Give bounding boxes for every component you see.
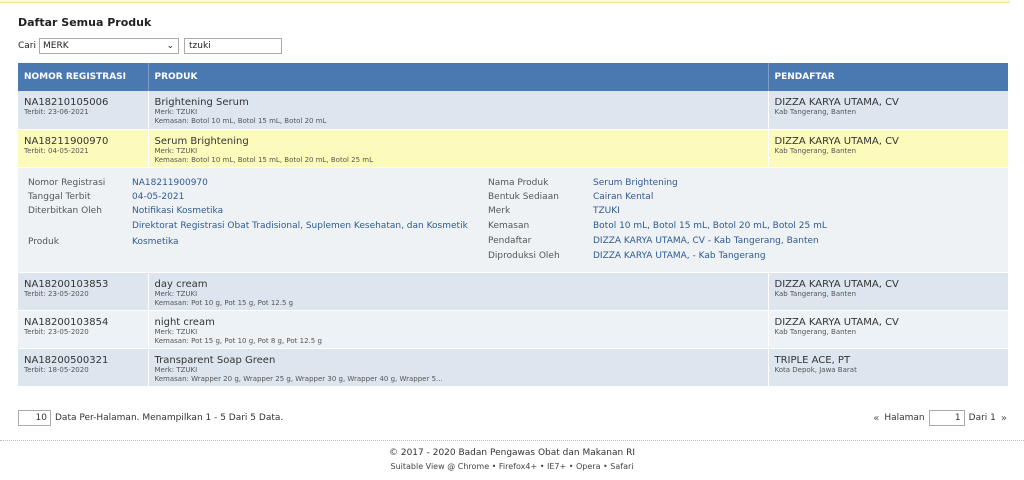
page-total: Dari 1 [968, 413, 996, 423]
product-brand: Merk: TZUKI [154, 146, 198, 155]
detail-label-tanggal-terbit: Tanggal Terbit [28, 191, 91, 202]
detail-value-tanggal-terbit: 04-05-2021 [132, 191, 185, 202]
detail-label-nomor-registrasi: Nomor Registrasi [28, 177, 106, 188]
registrant-name: DIZZA KARYA UTAMA, CV [774, 316, 899, 328]
table-row[interactable]: NA18210105006 Terbit: 23-06-2021 Brighten… [18, 91, 1008, 130]
column-header-pendaftar[interactable]: PENDAFTAR [768, 63, 1008, 91]
product-brand: Merk: TZUKI [154, 108, 198, 116]
detail-label-diproduksi-oleh: Diproduksi Oleh [488, 250, 560, 261]
reg-number: NA18200103854 [24, 316, 109, 328]
issue-date: Terbit: 23-06-2021 [24, 108, 89, 116]
table-row[interactable]: NA18200103853 Terbit: 23-05-2020 day crea… [18, 272, 1008, 311]
registrant-location: Kab Tangerang, Banten [774, 146, 857, 155]
detail-label-produk: Produk [28, 236, 59, 247]
detail-value-pendaftar: DIZZA KARYA UTAMA, CV - Kab Tangerang, B… [593, 235, 819, 246]
detail-panel: Nomor Registrasi NA18211900970 Tanggal T… [18, 168, 1008, 272]
detail-label-kemasan: Kemasan [488, 220, 530, 231]
search-input[interactable]: tzuki [184, 38, 282, 54]
detail-value-merk: TZUKI [593, 205, 620, 216]
footer-browser-support: Suitable View @ Chrome • Firefox4+ • IE7… [390, 462, 634, 471]
chevron-down-icon: ⌄ [166, 41, 174, 51]
search-field-value: MERK [43, 41, 69, 51]
product-packaging: Kemasan: Pot 10 g, Pot 15 g, Pot 12.5 g [154, 298, 294, 307]
search-field-select[interactable]: MERK ⌄ [39, 38, 179, 54]
notice-bar [0, 0, 1010, 3]
detail-value-bentuk-sediaan: Cairan Kental [593, 191, 654, 202]
detail-label-diterbitkan-oleh: Diterbitkan Oleh [28, 205, 102, 216]
detail-value-direktorat: Direktorat Registrasi Obat Tradisional, … [132, 220, 468, 231]
pager-summary: Data Per-Halaman. Menampilkan 1 - 5 Dari… [55, 413, 284, 423]
halaman-label: Halaman [884, 413, 925, 423]
page-number-input[interactable]: 1 [928, 410, 965, 426]
registrant-name: DIZZA KARYA UTAMA, CV [774, 97, 899, 108]
footer-divider [0, 440, 1024, 441]
table-row[interactable]: NA18200103854 Terbit: 23-05-2020 night cr… [18, 310, 1008, 349]
product-name: day cream [154, 278, 208, 290]
search-label: Cari [18, 41, 36, 51]
product-table: NOMOR REGISTRASI PRODUK PENDAFTAR NA1821… [18, 63, 1008, 387]
product-name: Transparent Soap Green [154, 354, 276, 366]
table-row[interactable]: NA18200500321 Terbit: 18-05-2020 Transpar… [18, 348, 1008, 387]
registrant-location: Kota Depok, Jawa Barat [774, 365, 857, 374]
table-row-selected[interactable]: NA18211900970 Terbit: 04-05-2021 Serum Br… [18, 129, 1008, 168]
column-header-registrasi[interactable]: NOMOR REGISTRASI [18, 63, 149, 91]
pager-left: 10 Data Per-Halaman. Menampilkan 1 - 5 D… [18, 410, 283, 426]
per-page-input[interactable]: 10 [18, 410, 51, 426]
product-name: Serum Brightening [154, 135, 249, 147]
prev-page-icon[interactable]: « [873, 413, 879, 424]
next-page-icon[interactable]: » [1001, 413, 1007, 424]
detail-label-bentuk-sediaan: Bentuk Sediaan [488, 191, 559, 202]
detail-label-nama-produk: Nama Produk [488, 177, 549, 188]
registrant-name: DIZZA KARYA UTAMA, CV [774, 278, 899, 290]
detail-label-pendaftar: Pendaftar [488, 235, 532, 246]
reg-number: NA18200103853 [24, 278, 109, 290]
registrant-name: DIZZA KARYA UTAMA, CV [774, 135, 899, 147]
search-row: Cari MERK ⌄ tzuki [18, 38, 282, 54]
detail-label-merk: Merk [488, 205, 511, 216]
detail-value-diproduksi-oleh: DIZZA KARYA UTAMA, - Kab Tangerang [593, 250, 766, 261]
product-brand: Merk: TZUKI [154, 365, 198, 374]
product-packaging: Kemasan: Wrapper 20 g, Wrapper 25 g, Wra… [154, 374, 443, 383]
detail-value-diterbitkan-oleh: Notifikasi Kosmetika [132, 205, 224, 216]
pager-right: « Halaman 1 Dari 1 » [868, 410, 1012, 426]
detail-value-produk: Kosmetika [132, 236, 179, 247]
product-packaging: Kemasan: Botol 10 mL, Botol 15 mL, Botol… [154, 117, 327, 125]
registrant-location: Kab Tangerang, Banten [774, 108, 857, 116]
registrant-location: Kab Tangerang, Banten [774, 289, 857, 298]
column-header-produk[interactable]: PRODUK [148, 63, 769, 91]
table-header: NOMOR REGISTRASI PRODUK PENDAFTAR [18, 63, 1008, 91]
detail-row: Nomor Registrasi NA18211900970 Tanggal T… [18, 167, 1008, 273]
issue-date: Terbit: 04-05-2021 [24, 146, 89, 155]
issue-date: Terbit: 23-05-2020 [24, 327, 89, 336]
footer-copyright: © 2017 - 2020 Badan Pengawas Obat dan Ma… [388, 448, 636, 458]
detail-value-kemasan: Botol 10 mL, Botol 15 mL, Botol 20 mL, B… [593, 220, 827, 231]
registrant-name: TRIPLE ACE, PT [774, 354, 851, 366]
reg-number: NA18211900970 [24, 135, 109, 147]
product-packaging: Kemasan: Pot 15 g, Pot 10 g, Pot 8 g, Po… [154, 336, 322, 345]
registrant-location: Kab Tangerang, Banten [774, 327, 857, 336]
detail-value-nama-produk: Serum Brightening [593, 177, 678, 188]
reg-number: NA18210105006 [24, 97, 109, 108]
issue-date: Terbit: 23-05-2020 [24, 289, 89, 298]
product-packaging: Kemasan: Botol 10 mL, Botol 15 mL, Botol… [154, 155, 374, 164]
product-brand: Merk: TZUKI [154, 289, 198, 298]
product-brand: Merk: TZUKI [154, 327, 198, 336]
issue-date: Terbit: 18-05-2020 [24, 365, 89, 374]
detail-value-nomor-registrasi: NA18211900970 [132, 177, 208, 188]
product-name: night cream [154, 316, 215, 328]
reg-number: NA18200500321 [24, 354, 109, 366]
page-title: Daftar Semua Produk [18, 16, 152, 29]
product-name: Brightening Serum [154, 97, 249, 108]
